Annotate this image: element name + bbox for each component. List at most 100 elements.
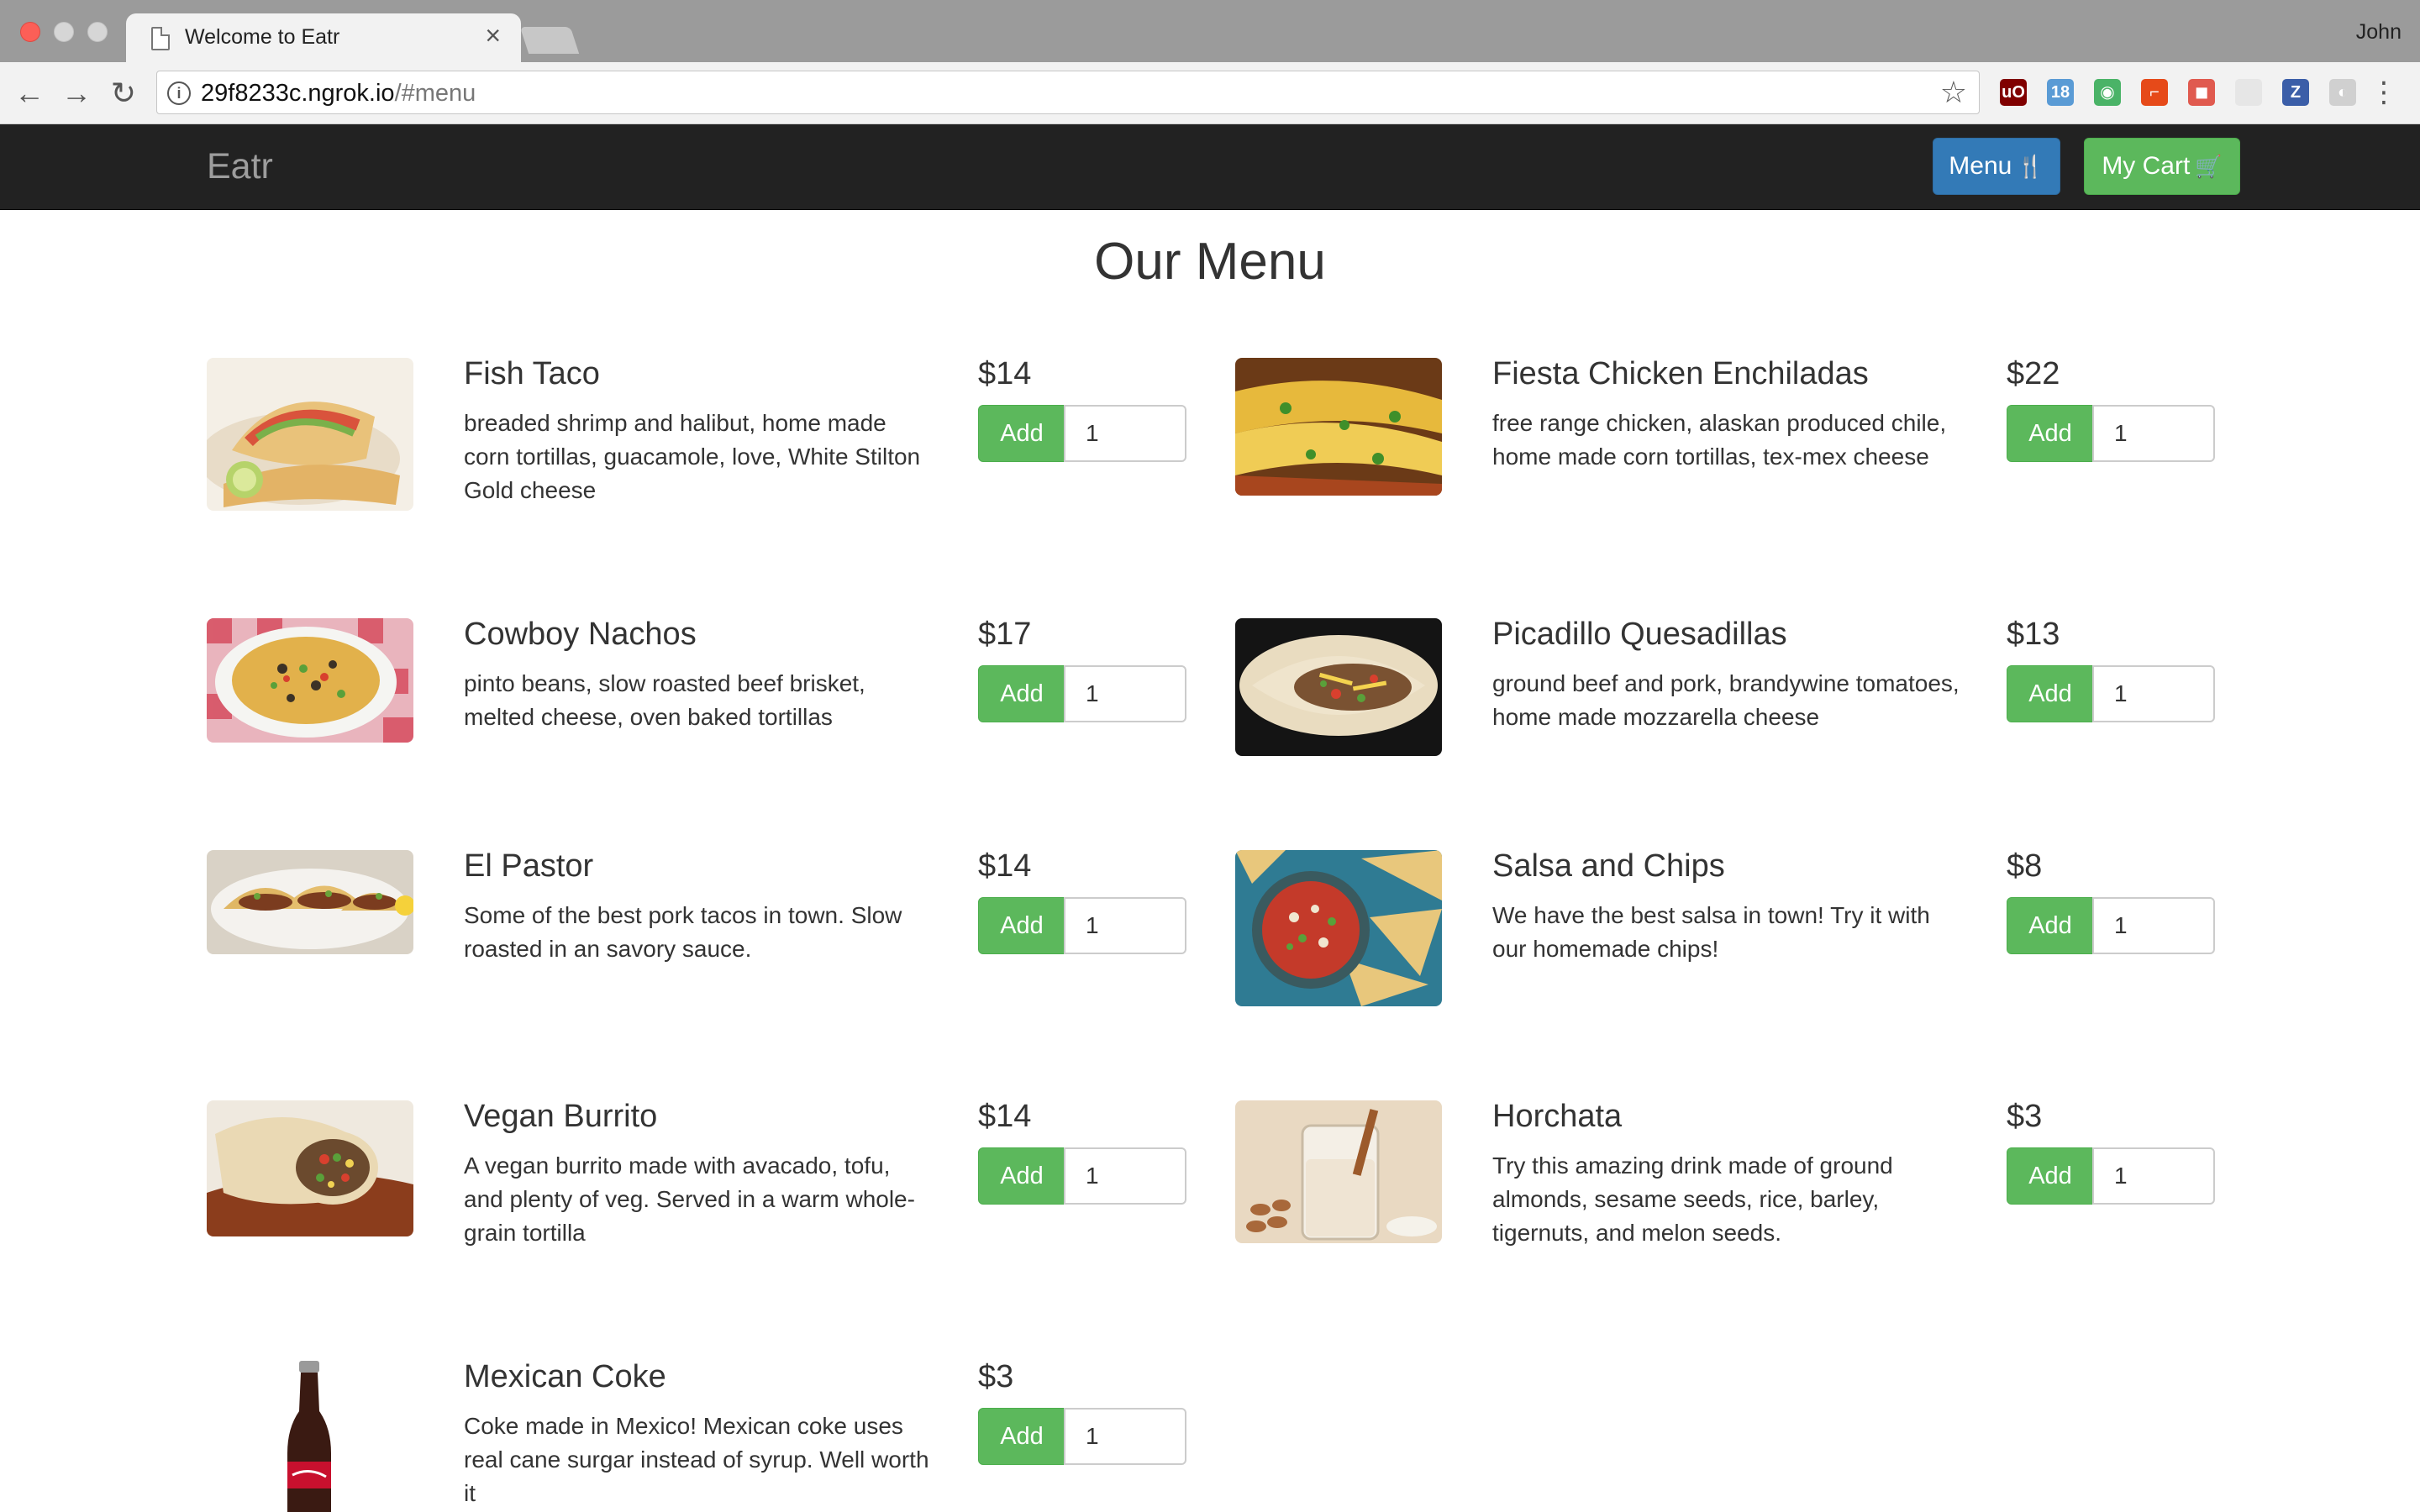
- brand-logo-link[interactable]: Eatr: [207, 146, 273, 187]
- browser-tab-strip: Welcome to Eatr × John: [0, 0, 2420, 62]
- profile-name[interactable]: John: [2356, 20, 2402, 45]
- menu-item-salsa-and-chips: Salsa and Chips We have the best salsa i…: [1235, 848, 2235, 1067]
- add-to-cart-group: Add: [978, 897, 1186, 954]
- browser-tab-active[interactable]: Welcome to Eatr ×: [126, 13, 521, 62]
- item-price: $3: [978, 1359, 1014, 1394]
- menu-item-mexican-coke: Mexican Coke Coke made in Mexico! Mexica…: [207, 1359, 1207, 1512]
- item-description: Some of the best pork tacos in town. Slo…: [464, 902, 902, 962]
- quesadillas-image: [1235, 618, 1442, 756]
- add-button[interactable]: Add: [978, 1147, 1065, 1205]
- el-pastor-image: [207, 850, 413, 954]
- add-to-cart-group: Add: [2007, 405, 2215, 462]
- my-cart-button[interactable]: My Cart 🛒: [2084, 138, 2240, 195]
- vegan-burrito-image: [207, 1100, 413, 1236]
- url-path: /#menu: [394, 80, 476, 107]
- menu-item-picadillo-quesadillas: Picadillo Quesadillas ground beef and po…: [1235, 617, 2235, 835]
- item-description: Try this amazing drink made of ground al…: [1492, 1152, 1893, 1246]
- menu-button-label: Menu: [1949, 152, 2012, 180]
- item-description: We have the best salsa in town! Try it w…: [1492, 902, 1930, 962]
- nachos-image: [207, 618, 413, 743]
- add-to-cart-group: Add: [2007, 665, 2215, 722]
- item-name: Horchata: [1492, 1099, 1623, 1134]
- menu-button[interactable]: Menu 🍴: [1933, 138, 2060, 195]
- salsa-and-chips-image: [1235, 850, 1442, 1006]
- quantity-input[interactable]: [1064, 665, 1186, 722]
- reload-icon[interactable]: ↻: [104, 74, 143, 113]
- fish-taco-image: [207, 358, 413, 511]
- quantity-input[interactable]: [1064, 1147, 1186, 1205]
- item-name: Salsa and Chips: [1492, 848, 1725, 884]
- item-name: Fiesta Chicken Enchiladas: [1492, 356, 1869, 391]
- pushbullet-icon[interactable]: ◉: [2094, 79, 2121, 106]
- add-button[interactable]: Add: [978, 665, 1065, 722]
- item-price: $13: [2007, 617, 2060, 652]
- quantity-input[interactable]: [2092, 897, 2215, 954]
- mexican-coke-image: [207, 1361, 413, 1512]
- site-info-icon[interactable]: i: [167, 81, 191, 105]
- item-price: $14: [978, 1099, 1032, 1134]
- add-button[interactable]: Add: [2007, 665, 2094, 722]
- browser-toolbar: ← → ↻ i 29f8233c.ngrok.io/#menu ☆ uO 18 ◉ ⌐…: [0, 62, 2420, 124]
- page-icon: [151, 27, 170, 50]
- menu-item-vegan-burrito: Vegan Burrito A vegan burrito made with …: [207, 1099, 1207, 1317]
- quantity-input[interactable]: [1064, 405, 1186, 462]
- quantity-input[interactable]: [2092, 405, 2215, 462]
- item-name: Vegan Burrito: [464, 1099, 658, 1134]
- close-tab-icon[interactable]: ×: [485, 22, 501, 49]
- ublock-icon[interactable]: uO: [2000, 79, 2027, 106]
- add-to-cart-group: Add: [978, 665, 1186, 722]
- office-icon[interactable]: ⌐: [2141, 79, 2168, 106]
- blank-extension-icon[interactable]: [2235, 79, 2262, 106]
- feather-icon[interactable]: ◐: [2329, 79, 2356, 106]
- item-name: Mexican Coke: [464, 1359, 666, 1394]
- item-description: pinto beans, slow roasted beef brisket, …: [464, 670, 865, 730]
- menu-item-fish-taco: Fish Taco breaded shrimp and halibut, ho…: [207, 356, 1207, 575]
- item-price: $17: [978, 617, 1032, 652]
- enchiladas-image: [1235, 358, 1442, 496]
- item-price: $14: [978, 356, 1032, 391]
- item-name: El Pastor: [464, 848, 594, 884]
- item-description: breaded shrimp and halibut, home made co…: [464, 410, 921, 503]
- add-button[interactable]: Add: [2007, 405, 2094, 462]
- quantity-input[interactable]: [1064, 1408, 1186, 1465]
- item-description: free range chicken, alaskan produced chi…: [1492, 410, 1947, 470]
- item-name: Fish Taco: [464, 356, 600, 391]
- cart-button-label: My Cart: [2102, 152, 2191, 180]
- quantity-input[interactable]: [2092, 1147, 2215, 1205]
- add-button[interactable]: Add: [978, 1408, 1065, 1465]
- item-price: $3: [2007, 1099, 2043, 1134]
- item-name: Picadillo Quesadillas: [1492, 617, 1787, 652]
- add-button[interactable]: Add: [2007, 897, 2094, 954]
- browser-menu-icon[interactable]: ⋮: [2370, 76, 2398, 109]
- maximize-window-button[interactable]: [87, 22, 108, 42]
- item-description: Coke made in Mexico! Mexican coke uses r…: [464, 1413, 929, 1506]
- item-price: $14: [978, 848, 1032, 884]
- add-to-cart-group: Add: [978, 1408, 1186, 1465]
- screenshot-icon[interactable]: ◼: [2188, 79, 2215, 106]
- zotero-icon[interactable]: Z: [2282, 79, 2309, 106]
- close-window-button[interactable]: [20, 22, 40, 42]
- new-tab-button[interactable]: [519, 27, 580, 54]
- tab-title: Welcome to Eatr: [185, 25, 340, 49]
- add-button[interactable]: Add: [978, 897, 1065, 954]
- address-bar[interactable]: i 29f8233c.ngrok.io/#menu ☆: [156, 71, 1980, 114]
- calendar-icon[interactable]: 18: [2047, 79, 2074, 106]
- forward-arrow-icon[interactable]: →: [57, 74, 96, 113]
- horchata-image: [1235, 1100, 1442, 1243]
- back-arrow-icon[interactable]: ←: [10, 74, 49, 113]
- add-button[interactable]: Add: [978, 405, 1065, 462]
- item-price: $8: [2007, 848, 2043, 884]
- menu-item-cowboy-nachos: Cowboy Nachos pinto beans, slow roasted …: [207, 617, 1207, 835]
- item-price: $22: [2007, 356, 2060, 391]
- item-description: ground beef and pork, brandywine tomatoe…: [1492, 670, 1960, 730]
- add-to-cart-group: Add: [2007, 897, 2215, 954]
- add-button[interactable]: Add: [2007, 1147, 2094, 1205]
- quantity-input[interactable]: [1064, 897, 1186, 954]
- menu-item-horchata: Horchata Try this amazing drink made of …: [1235, 1099, 2235, 1317]
- item-name: Cowboy Nachos: [464, 617, 697, 652]
- minimize-window-button[interactable]: [54, 22, 74, 42]
- quantity-input[interactable]: [2092, 665, 2215, 722]
- bookmark-star-icon[interactable]: ☆: [1940, 75, 1967, 110]
- item-description: A vegan burrito made with avacado, tofu,…: [464, 1152, 915, 1246]
- shopping-cart-icon: 🛒: [2195, 154, 2223, 179]
